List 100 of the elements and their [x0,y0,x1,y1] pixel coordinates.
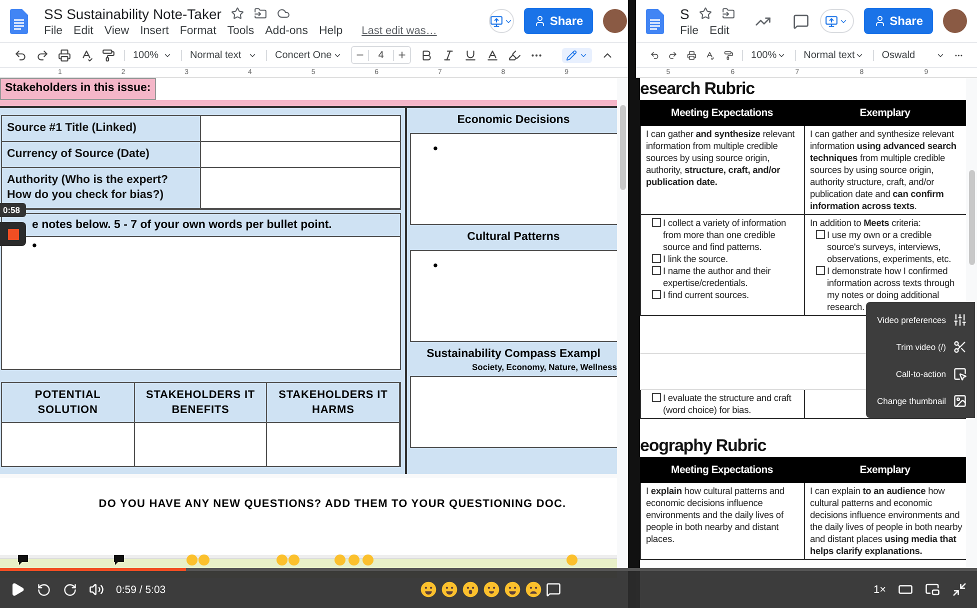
font-select[interactable]: Oswald [872,50,945,60]
checkbox[interactable] [652,254,661,263]
plus-icon[interactable] [397,50,407,60]
text-color-icon[interactable] [486,48,499,62]
italic-icon[interactable] [442,48,455,62]
exit-fullscreen-icon[interactable] [952,582,967,597]
style-select[interactable]: Normal text [794,50,864,60]
redo-icon[interactable] [36,48,49,62]
cloud-icon [277,7,290,20]
menu-item[interactable]: File [680,24,699,36]
spellcheck-icon[interactable] [80,48,93,62]
checkbox[interactable] [652,290,661,299]
checkbox[interactable] [652,218,661,227]
stakeholders-label: Stakeholders in this issue: [0,78,156,100]
last-edit-link[interactable]: Last edit was… [362,24,437,36]
stop-recording-button[interactable] [0,222,26,246]
play-icon[interactable] [10,582,25,597]
font-size-value[interactable]: 4 [368,50,394,60]
zoom-select[interactable]: 100% [742,50,786,60]
scrollbar[interactable] [969,170,975,265]
menu-item[interactable]: Tools [227,24,254,36]
checkbox[interactable] [816,266,825,275]
editing-mode-button[interactable] [562,48,592,62]
progress-track[interactable] [0,568,977,571]
volume-icon[interactable] [89,582,104,597]
share-button[interactable]: Share [524,8,594,34]
notes-box[interactable]: • [410,250,617,342]
font-select[interactable]: Concert One [266,50,342,60]
laughing-face-icon[interactable] [420,581,438,598]
smiling-face-icon[interactable] [483,581,500,598]
panel-title: Cultural Patterns [466,230,561,245]
folder-icon[interactable] [722,7,736,20]
source-field[interactable] [201,142,400,168]
notes-box[interactable] [410,376,617,448]
checklist-text: I find current sources. [663,289,749,301]
menu-item[interactable]: Change thumbnail [866,387,967,414]
docs-logo-icon[interactable] [646,8,664,34]
rewind-icon[interactable] [37,582,51,596]
recording-timer: 0:58 [0,203,26,217]
column-header: Meeting Expectations [640,100,804,126]
avatar[interactable] [943,9,967,33]
paint-format-icon[interactable] [102,48,115,62]
notes-box[interactable]: • [410,133,617,225]
person-icon [534,15,546,27]
print-icon[interactable] [58,48,71,62]
star-icon[interactable] [231,7,244,20]
checkbox[interactable] [816,230,825,239]
rubric-title: esearch Rubric [640,78,756,100]
picture-in-picture-icon[interactable] [925,582,940,597]
reaction-marker-icon [566,554,578,566]
bold-icon[interactable] [420,48,433,62]
present-button[interactable] [820,9,854,33]
star-icon[interactable] [699,7,712,20]
font-size-stepper[interactable]: 4 [351,46,411,64]
highlighter-icon[interactable] [508,48,521,62]
paint-format-icon[interactable] [724,48,734,62]
table-cell[interactable] [2,423,135,466]
avatar[interactable] [603,9,628,33]
menu-item[interactable]: Edit [74,24,94,36]
menu-item[interactable]: File [44,24,63,36]
undo-icon[interactable] [14,48,27,62]
comment-icon[interactable] [793,12,810,30]
panel-title: Economic Decisions [456,113,571,128]
frowning-face-icon[interactable] [525,581,542,598]
playback-speed[interactable]: 1× [873,584,886,596]
stakeholders-field[interactable] [156,78,617,100]
menu-item[interactable]: Call-to-action [866,360,967,387]
menu-item[interactable]: Trim video (/) [866,333,967,360]
scrollbar[interactable] [620,105,626,190]
style-select[interactable]: Normal text [181,50,257,60]
folder-icon[interactable] [254,7,268,20]
zoom-select[interactable]: 100% [124,50,172,60]
menu-item[interactable]: Format [180,24,216,36]
stop-icon [8,228,18,240]
source-field[interactable] [201,116,400,142]
menu-item[interactable]: View [104,24,130,36]
checklist-text: I use my own or a credible source's surveys, interviews, observations, experiments, etc. [827,229,952,265]
menu-item[interactable]: Help [318,24,343,36]
reaction-marker-icon [198,554,210,566]
docs-logo-icon[interactable] [10,8,28,34]
document-title[interactable]: S [680,6,690,22]
document-title[interactable]: SS Sustainability Note-Taker [44,6,222,22]
table-cell[interactable] [134,423,268,466]
reaction-marker-icon [362,554,374,566]
forward-icon[interactable] [63,582,77,596]
source-field[interactable] [201,168,400,209]
checkbox[interactable] [652,393,661,402]
table-cell[interactable] [267,423,400,466]
menu-item[interactable]: Add-ons [265,24,308,36]
theater-mode-icon[interactable] [898,582,913,597]
checkbox[interactable] [652,266,661,275]
underline-icon[interactable] [464,48,477,62]
notes-area[interactable]: • [2,237,400,369]
present-button[interactable] [488,9,514,33]
surprised-face-icon[interactable] [462,581,480,598]
print-icon[interactable] [686,48,696,62]
happy-face-icon[interactable] [504,581,522,598]
menu-item[interactable]: Insert [140,24,169,36]
menu-item[interactable]: Edit [710,24,730,36]
share-button[interactable]: Share [864,8,933,34]
